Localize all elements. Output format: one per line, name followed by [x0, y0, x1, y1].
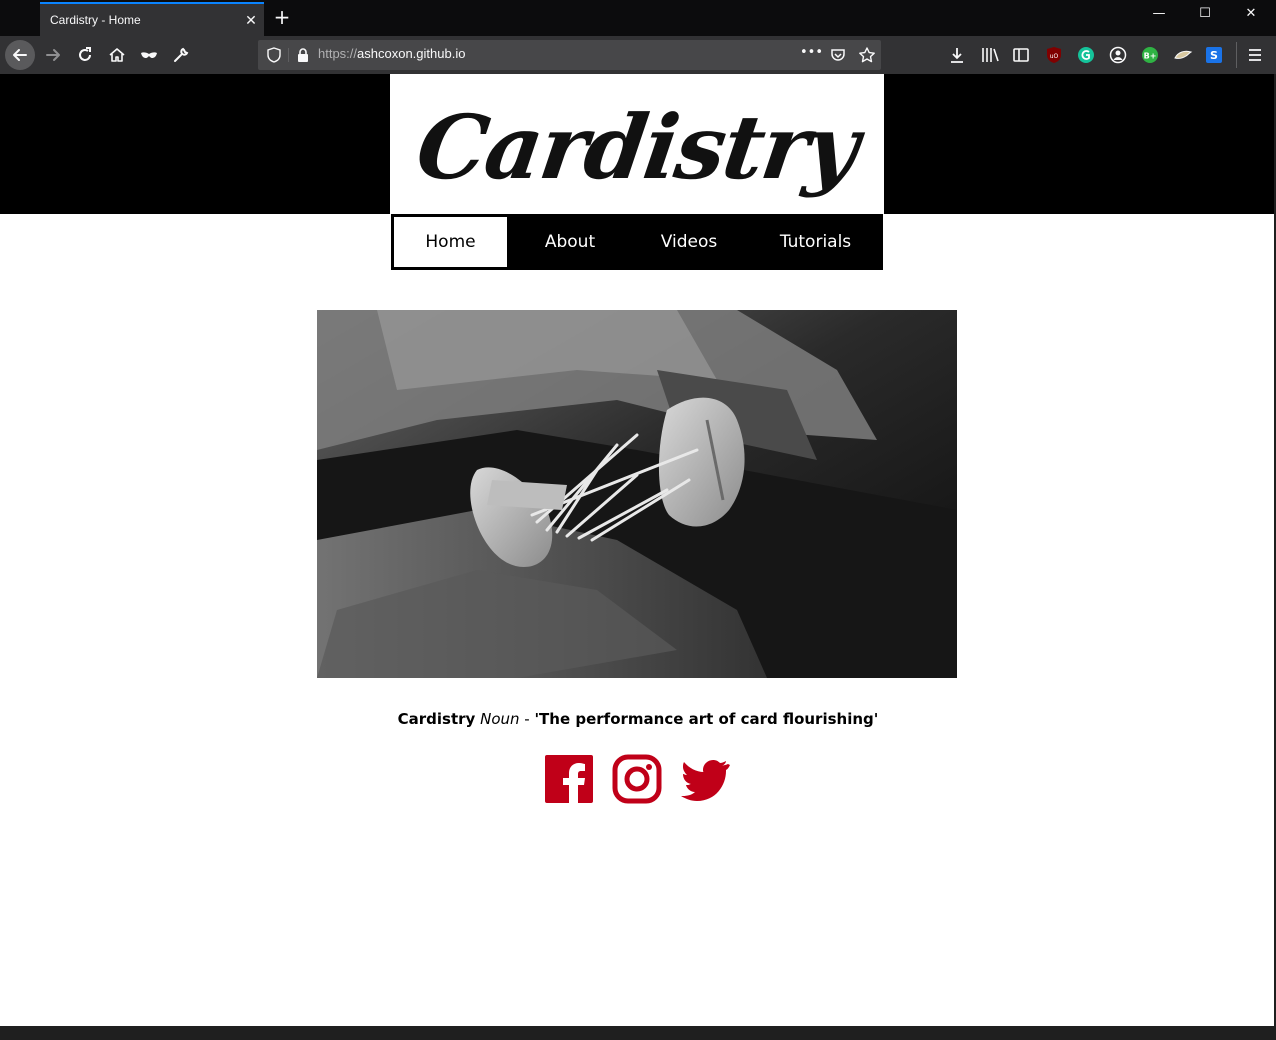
- tagline-part-of-speech: Noun: [480, 710, 520, 728]
- logo-text: Cardistry: [410, 95, 864, 199]
- url-scheme: https://: [318, 46, 358, 61]
- new-tab-button[interactable]: +: [270, 6, 294, 30]
- twitter-link[interactable]: [680, 754, 730, 804]
- library-icon[interactable]: [980, 46, 1000, 64]
- url-host: ashcoxon.github.io: [357, 46, 466, 61]
- facebook-icon: [545, 755, 593, 803]
- shield-icon: [267, 47, 281, 63]
- tagline: Cardistry Noun - 'The performance art of…: [0, 710, 1276, 728]
- arrow-left-icon: [13, 49, 27, 61]
- mask-icon: [141, 52, 157, 58]
- arrow-right-icon: [46, 49, 60, 61]
- tab-title: Cardistry - Home: [50, 13, 141, 27]
- pocket-icon[interactable]: [830, 47, 846, 63]
- nav-tutorials[interactable]: Tutorials: [748, 214, 883, 270]
- private-mask-button[interactable]: [134, 40, 164, 70]
- instagram-link[interactable]: [612, 754, 662, 804]
- url-text[interactable]: https://ashcoxon.github.io: [318, 46, 465, 61]
- window-minimize-button[interactable]: —: [1136, 6, 1182, 28]
- facebook-link[interactable]: [544, 754, 594, 804]
- svg-text:B+: B+: [1144, 52, 1157, 61]
- bookmark-star-icon[interactable]: [858, 46, 876, 64]
- extension-icon[interactable]: [1173, 46, 1193, 64]
- nav-home[interactable]: Home: [391, 214, 510, 270]
- back-button[interactable]: [5, 40, 35, 70]
- reload-icon: [79, 47, 91, 61]
- reload-button[interactable]: [70, 40, 100, 70]
- browser-tab-bar: Cardistry - Home ✕ + — ☐ ✕: [0, 0, 1276, 36]
- browser-toolbar: https://ashcoxon.github.io ••• uO B+ S: [0, 36, 1276, 74]
- os-taskbar: [0, 1026, 1276, 1040]
- bplus-extension-icon[interactable]: B+: [1141, 46, 1159, 64]
- account-icon[interactable]: [1109, 46, 1127, 64]
- svg-text:uO: uO: [1050, 53, 1059, 60]
- twitter-icon: [681, 760, 730, 801]
- toolbar-separator: [1236, 42, 1237, 68]
- hero-video[interactable]: [317, 310, 957, 678]
- social-links: [544, 754, 734, 804]
- nav-about[interactable]: About: [510, 214, 630, 270]
- tagline-dash: -: [519, 710, 535, 728]
- home-button[interactable]: [102, 40, 132, 70]
- window-close-button[interactable]: ✕: [1228, 6, 1274, 28]
- site-logo[interactable]: Cardistry: [390, 74, 884, 214]
- tagline-word: Cardistry: [397, 710, 476, 728]
- page-actions-icon[interactable]: •••: [800, 45, 823, 60]
- browser-tab[interactable]: Cardistry - Home ✕: [40, 2, 264, 36]
- download-icon[interactable]: [948, 46, 966, 64]
- url-separator: [288, 48, 289, 62]
- lock-icon: [298, 48, 308, 62]
- ublock-icon[interactable]: uO: [1045, 46, 1063, 64]
- window-maximize-button[interactable]: ☐: [1182, 6, 1228, 28]
- tools-button[interactable]: [166, 40, 196, 70]
- svg-text:S: S: [1210, 49, 1218, 62]
- wrench-icon: [174, 47, 189, 62]
- nav-videos[interactable]: Videos: [630, 214, 748, 270]
- tagline-definition: 'The performance art of card flourishing…: [534, 710, 879, 728]
- web-page: Cardistry Home About Videos Tutorials Ca…: [0, 74, 1276, 1026]
- site-nav: Home About Videos Tutorials: [391, 214, 883, 270]
- grammarly-icon[interactable]: [1077, 46, 1095, 64]
- home-icon: [109, 48, 125, 62]
- tab-close-icon[interactable]: ✕: [238, 12, 264, 29]
- s-extension-icon[interactable]: S: [1205, 46, 1223, 64]
- sidebar-icon[interactable]: [1012, 46, 1030, 64]
- hamburger-menu-icon[interactable]: [1246, 46, 1264, 64]
- forward-button[interactable]: [38, 40, 68, 70]
- instagram-icon: [612, 754, 662, 804]
- hero-image: [317, 310, 957, 678]
- url-bar[interactable]: https://ashcoxon.github.io •••: [258, 40, 881, 70]
